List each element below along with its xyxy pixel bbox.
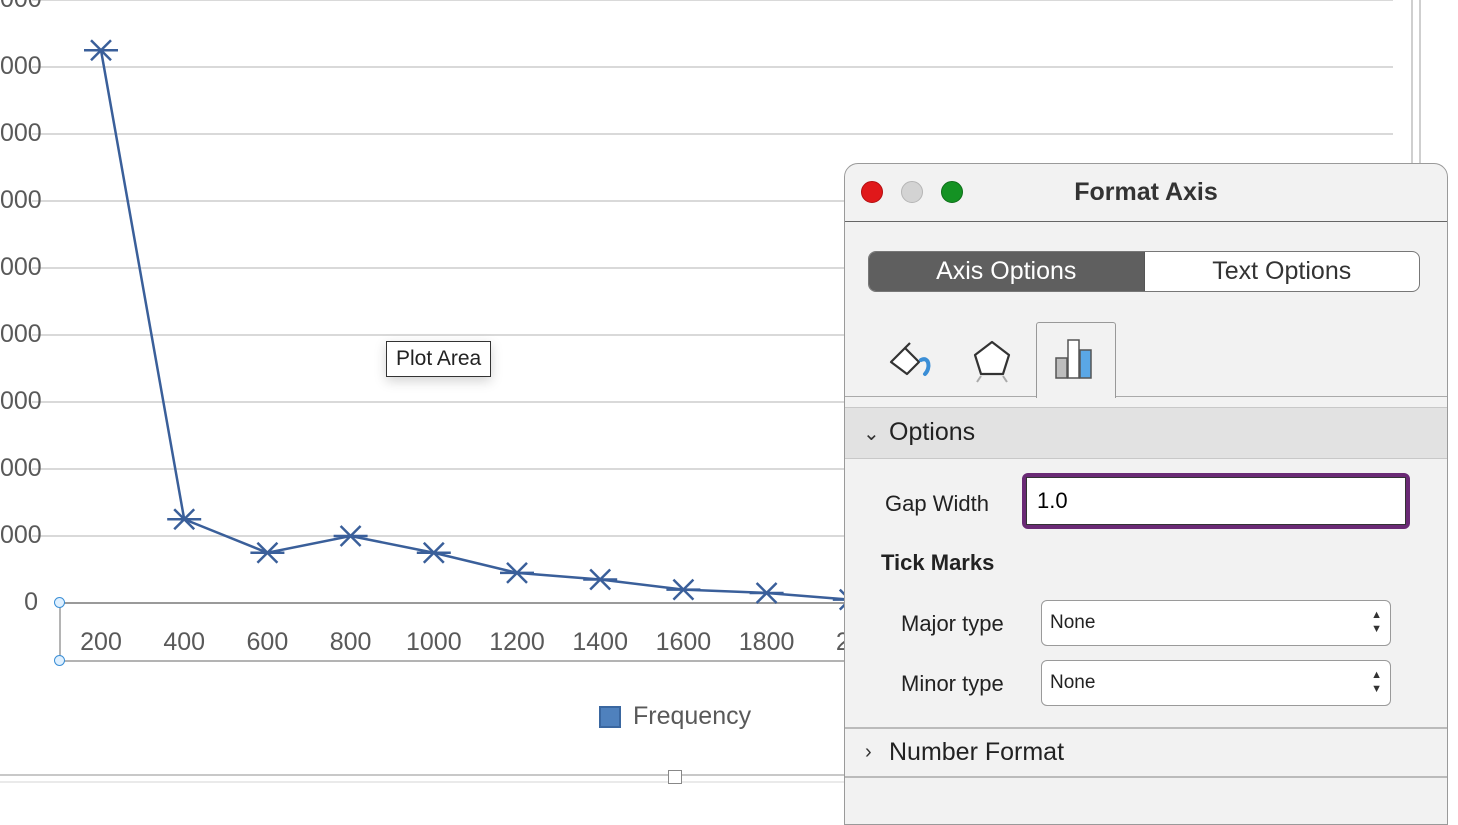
selection-handle-bottom[interactable] bbox=[54, 655, 65, 666]
panel-titlebar[interactable]: Format Axis bbox=[845, 164, 1447, 222]
axis-options-bars-icon[interactable] bbox=[1050, 334, 1100, 384]
gap-width-field[interactable] bbox=[1022, 473, 1410, 529]
section-divider bbox=[845, 776, 1447, 778]
plot-area-tooltip: Plot Area bbox=[386, 341, 492, 377]
chevron-right-icon: › bbox=[865, 741, 872, 763]
format-axis-panel: Format Axis Axis Options Text Options ⌄ … bbox=[844, 163, 1448, 825]
chart-resize-handle[interactable] bbox=[668, 770, 682, 784]
x-tick-label: 1400 bbox=[572, 628, 628, 656]
gap-width-label: Gap Width bbox=[885, 491, 989, 516]
gap-width-input[interactable] bbox=[1026, 477, 1406, 525]
major-type-label: Major type bbox=[901, 611, 1004, 636]
data-point-marker[interactable] bbox=[749, 582, 784, 604]
chevron-down-icon: ⌄ bbox=[863, 423, 880, 445]
data-point-marker[interactable] bbox=[333, 525, 368, 547]
series-frequency[interactable] bbox=[99, 50, 850, 601]
stepper-arrows-icon: ▲ ▼ bbox=[1371, 669, 1382, 695]
options-header-label: Options bbox=[889, 418, 976, 446]
major-type-value: None bbox=[1050, 612, 1096, 633]
section-divider bbox=[845, 727, 1447, 729]
number-format-section-header[interactable]: › Number Format bbox=[845, 730, 1447, 780]
options-segmented-control: Axis Options Text Options bbox=[868, 251, 1420, 292]
y-tick-label: 000 bbox=[0, 52, 42, 80]
tab-text-options[interactable]: Text Options bbox=[1145, 252, 1420, 291]
minor-type-label: Minor type bbox=[901, 671, 1004, 696]
x-tick-label: 1200 bbox=[489, 628, 545, 656]
options-section-header[interactable]: ⌄ Options bbox=[845, 407, 1447, 459]
data-point-marker[interactable] bbox=[250, 541, 285, 564]
x-tick-label: 1600 bbox=[655, 628, 712, 656]
legend-label: Frequency bbox=[633, 702, 752, 730]
panel-title: Format Axis bbox=[1074, 178, 1218, 206]
major-type-select[interactable]: None ▲ ▼ bbox=[1041, 600, 1391, 646]
icon-tabs bbox=[845, 322, 1447, 398]
tick-marks-heading: Tick Marks bbox=[881, 550, 995, 575]
y-tick-label: 000 bbox=[0, 119, 42, 147]
data-point-marker[interactable] bbox=[583, 568, 618, 591]
x-tick-label: 600 bbox=[246, 628, 289, 656]
data-point-marker[interactable] bbox=[666, 578, 701, 601]
legend-swatch bbox=[599, 705, 621, 728]
series-line[interactable] bbox=[99, 50, 850, 601]
x-tick-label: 1000 bbox=[405, 628, 462, 656]
minor-type-value: None bbox=[1050, 672, 1096, 693]
y-tick-label: 000 bbox=[0, 186, 42, 214]
x-tick-label: 800 bbox=[329, 628, 372, 656]
effects-pentagon-icon[interactable] bbox=[967, 334, 1017, 384]
fill-line-icon[interactable] bbox=[885, 334, 935, 384]
x-tick-label: 400 bbox=[163, 628, 206, 656]
y-tick-label: 000 bbox=[0, 387, 42, 415]
series-markers bbox=[84, 39, 867, 611]
y-tick-label: 000 bbox=[0, 521, 42, 549]
number-format-label: Number Format bbox=[889, 738, 1065, 766]
data-point-marker[interactable] bbox=[500, 561, 534, 584]
y-tick-label: 000 bbox=[0, 320, 42, 348]
selection-handle-top[interactable] bbox=[54, 597, 65, 608]
minor-type-select[interactable]: None ▲ ▼ bbox=[1041, 660, 1391, 706]
y-tick-label: 000 bbox=[0, 454, 42, 482]
chart-legend[interactable]: Frequency bbox=[599, 702, 751, 731]
y-tick-label: 000 bbox=[0, 0, 42, 14]
y-tick-label: 0 bbox=[24, 588, 38, 616]
x-tick-label: 1800 bbox=[738, 628, 795, 656]
data-point-marker[interactable] bbox=[416, 541, 451, 564]
stepper-arrows-icon: ▲ ▼ bbox=[1371, 609, 1382, 635]
x-tick-label: 200 bbox=[80, 628, 122, 656]
y-tick-label: 000 bbox=[0, 253, 42, 281]
tab-axis-options[interactable]: Axis Options bbox=[869, 252, 1145, 291]
